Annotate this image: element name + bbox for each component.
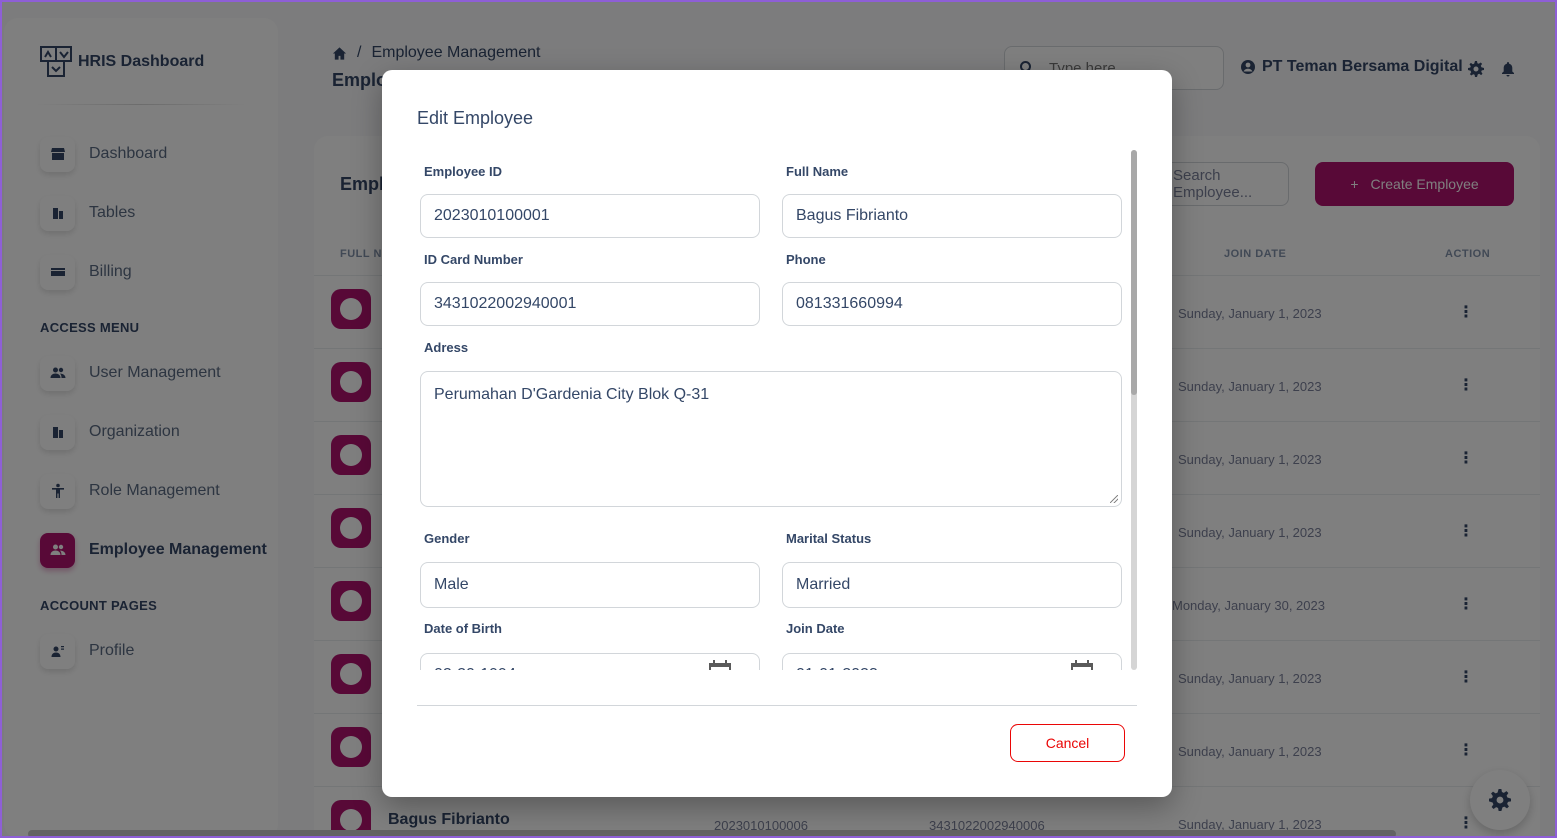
date-of-birth-field[interactable]: 02-20-1994: [420, 653, 760, 670]
employee-id-field[interactable]: 2023010100001: [420, 194, 760, 238]
address-textarea[interactable]: Perumahan D'Gardenia City Blok Q-31: [420, 371, 1122, 507]
date-of-birth-value: 02-20-1994: [434, 666, 516, 670]
phone-field[interactable]: 081331660994: [782, 282, 1122, 326]
calendar-icon[interactable]: [709, 660, 731, 670]
address-value: Perumahan D'Gardenia City Blok Q-31: [434, 386, 710, 403]
edit-employee-dialog: Edit Employee Employee ID 2023010100001 …: [382, 70, 1172, 797]
marital-status-select[interactable]: Married: [782, 562, 1122, 608]
dialog-scrollbar[interactable]: [1131, 150, 1137, 670]
join-date-value: 01-01-2023: [796, 666, 878, 670]
phone-label: Phone: [786, 252, 826, 267]
id-card-label: ID Card Number: [424, 252, 523, 267]
full-name-label: Full Name: [786, 164, 849, 179]
join-date-label: Join Date: [786, 621, 845, 636]
dialog-scrollbar-thumb[interactable]: [1131, 150, 1137, 395]
dialog-footer-divider: [417, 705, 1137, 706]
resize-handle-icon[interactable]: [1110, 495, 1118, 503]
join-date-field[interactable]: 01-01-2023: [782, 653, 1122, 670]
employee-id-label: Employee ID: [424, 164, 503, 179]
dialog-form: Employee ID 2023010100001 Full Name Bagu…: [417, 150, 1137, 670]
gender-label: Gender: [424, 531, 470, 546]
date-of-birth-label: Date of Birth: [424, 621, 502, 636]
address-label: Adress: [424, 340, 469, 355]
calendar-icon[interactable]: [1071, 660, 1093, 670]
full-name-field[interactable]: Bagus Fibrianto: [782, 194, 1122, 238]
id-card-field[interactable]: 3431022002940001: [420, 282, 760, 326]
marital-status-label: Marital Status: [786, 531, 872, 546]
cancel-button[interactable]: Cancel: [1010, 724, 1125, 762]
dialog-title: Edit Employee: [417, 108, 534, 128]
gender-select[interactable]: Male: [420, 562, 760, 608]
